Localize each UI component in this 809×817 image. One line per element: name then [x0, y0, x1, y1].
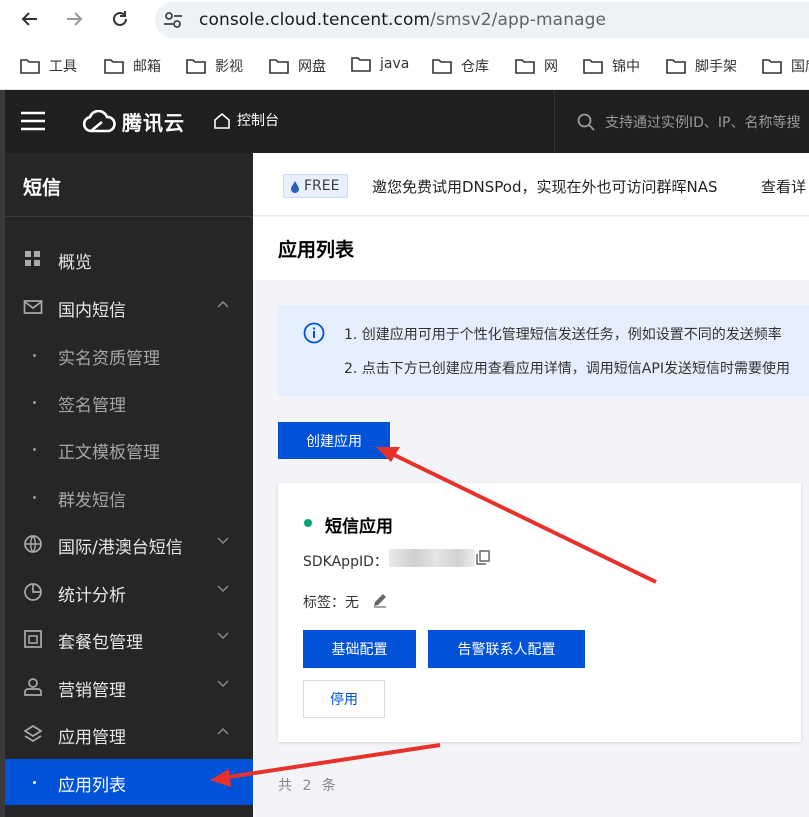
- notice-line: 2. 点击下方已创建应用查看应用详情，调用短信API发送短信时需要使用: [344, 361, 790, 377]
- promo-banner: FREE 邀您免费试用DNSPod，实现在外也可访问群晖NAS 查看详: [253, 153, 809, 216]
- drop-icon: [291, 180, 299, 193]
- console-home-link[interactable]: 控制台: [213, 110, 279, 130]
- bookmarks-bar: 管 工具 邮箱 影视 网盘 java 仓库 网 锦中 脚手架 国席: [0, 40, 809, 90]
- page-header: 应用列表: [253, 217, 809, 280]
- bullet: [33, 448, 36, 451]
- page-title: 应用列表: [278, 239, 355, 261]
- app-name[interactable]: 短信应用: [325, 512, 393, 537]
- bookmark-folder[interactable]: 邮箱: [104, 56, 161, 76]
- bullet: [33, 781, 36, 784]
- folder-icon: [583, 59, 603, 74]
- package-icon: [24, 630, 42, 648]
- sidebar-item-domestic-sms[interactable]: 国内短信: [5, 284, 253, 330]
- mail-icon: [23, 300, 43, 314]
- bookmark-folder[interactable]: java: [351, 56, 409, 72]
- layers-icon: [23, 724, 43, 743]
- global-search-input[interactable]: 支持通过实例ID、IP、名称等搜: [577, 112, 800, 132]
- address-bar[interactable]: console.cloud.tencent.com/smsv2/app-mana…: [155, 2, 809, 38]
- search-icon: [577, 113, 595, 131]
- bullet: [33, 354, 36, 357]
- chevron-down-icon: [217, 680, 229, 688]
- chevron-down-icon: [217, 537, 229, 545]
- bookmark-folder[interactable]: 影视: [186, 56, 243, 76]
- sidebar-item-packages[interactable]: 套餐包管理: [5, 616, 253, 662]
- pie-chart-icon: [24, 583, 42, 601]
- info-notice: 1. 创建应用可用于个性化管理短信发送任务，例如设置不同的发送频率 2. 点击下…: [278, 305, 809, 396]
- tag-label: 标签：无: [303, 595, 359, 611]
- basic-config-button[interactable]: 基础配置: [303, 630, 416, 668]
- menu-icon[interactable]: [20, 111, 46, 135]
- free-badge: FREE: [283, 174, 349, 198]
- user-icon: [24, 678, 42, 696]
- site-settings-icon[interactable]: [163, 11, 183, 33]
- alert-contact-config-button[interactable]: 告警联系人配置: [428, 630, 585, 668]
- chevron-down-icon: [217, 632, 229, 640]
- cloud-logo-icon: [82, 109, 116, 132]
- disable-button[interactable]: 停用: [303, 680, 385, 718]
- status-dot: [304, 519, 312, 527]
- chevron-down-icon: [217, 585, 229, 593]
- back-icon[interactable]: [20, 9, 40, 29]
- promo-text: 邀您免费试用DNSPod，实现在外也可访问群晖NAS: [372, 178, 718, 196]
- sidebar-item-app-list[interactable]: 应用列表: [5, 759, 253, 805]
- folder-icon: [666, 59, 686, 74]
- home-icon: [214, 112, 230, 129]
- promo-more-link[interactable]: 查看详: [761, 176, 806, 197]
- bookmark-folder[interactable]: 工具: [20, 56, 77, 76]
- sdk-app-id-label: SDKAppID：: [303, 554, 388, 570]
- sidebar-item-bulk-send[interactable]: 群发短信: [5, 474, 253, 520]
- url-text: console.cloud.tencent.com/smsv2/app-mana…: [199, 10, 607, 30]
- sidebar-divider: [5, 216, 253, 217]
- globe-icon: [24, 535, 42, 553]
- folder-icon: [186, 59, 206, 74]
- bookmark-folder[interactable]: 脚手架: [666, 56, 737, 76]
- sidebar-item-overview[interactable]: 概览: [5, 236, 253, 282]
- sidebar-item-real-name[interactable]: 实名资质管理: [5, 332, 253, 378]
- sidebar-item-statistics[interactable]: 统计分析: [5, 569, 253, 615]
- tencent-cloud-logo[interactable]: 腾讯云: [82, 107, 185, 136]
- bookmark-folder[interactable]: 网: [515, 56, 558, 76]
- reload-icon[interactable]: [110, 9, 130, 29]
- sidebar: 短信 概览 国内短信 实名资质管理 签名管理 正文模板管理 群发短信 国际/港澳…: [5, 153, 253, 817]
- copy-icon[interactable]: [476, 550, 490, 569]
- forward-icon[interactable]: [64, 9, 84, 29]
- bullet: [33, 496, 36, 499]
- bullet: [33, 401, 36, 404]
- chevron-up-icon: [217, 727, 229, 735]
- sidebar-item-international-sms[interactable]: 国际/港澳台短信: [5, 521, 253, 567]
- main-content: FREE 邀您免费试用DNSPod，实现在外也可访问群晖NAS 查看详 应用列表…: [253, 153, 809, 817]
- masked-sdk-app-id: [389, 549, 475, 567]
- sidebar-item-marketing[interactable]: 营销管理: [5, 664, 253, 710]
- total-count: 共 2 条: [278, 778, 339, 794]
- browser-toolbar: console.cloud.tencent.com/smsv2/app-mana…: [0, 0, 809, 40]
- folder-icon: [432, 59, 452, 74]
- sidebar-item-signature[interactable]: 签名管理: [5, 379, 253, 425]
- bookmark-folder[interactable]: 网盘: [269, 56, 326, 76]
- folder-icon: [20, 59, 40, 74]
- topbar-divider: [554, 90, 555, 153]
- bookmark-folder[interactable]: 锦中: [583, 56, 640, 76]
- console-topbar: 腾讯云 控制台 支持通过实例ID、IP、名称等搜: [0, 90, 809, 153]
- folder-icon: [762, 59, 782, 74]
- info-icon: [303, 322, 325, 344]
- create-app-button[interactable]: 创建应用: [278, 422, 390, 459]
- chevron-up-icon: [217, 300, 229, 308]
- folder-icon: [104, 59, 124, 74]
- app-card[interactable]: 短信应用 SDKAppID： 标签：无 基础配置 告警联系人配置 停用: [278, 483, 801, 742]
- bookmark-folder[interactable]: 仓库: [432, 56, 489, 76]
- folder-icon: [351, 57, 371, 72]
- folder-icon: [269, 59, 289, 74]
- notice-line: 1. 创建应用可用于个性化管理短信发送任务，例如设置不同的发送频率: [344, 327, 782, 343]
- grid-icon: [25, 251, 40, 266]
- sidebar-item-app-management[interactable]: 应用管理: [5, 711, 253, 757]
- sidebar-item-template[interactable]: 正文模板管理: [5, 426, 253, 472]
- bookmark-folder[interactable]: 国席: [762, 56, 809, 76]
- folder-icon: [515, 59, 535, 74]
- sidebar-title: 短信: [23, 177, 62, 199]
- edit-icon[interactable]: [372, 592, 388, 612]
